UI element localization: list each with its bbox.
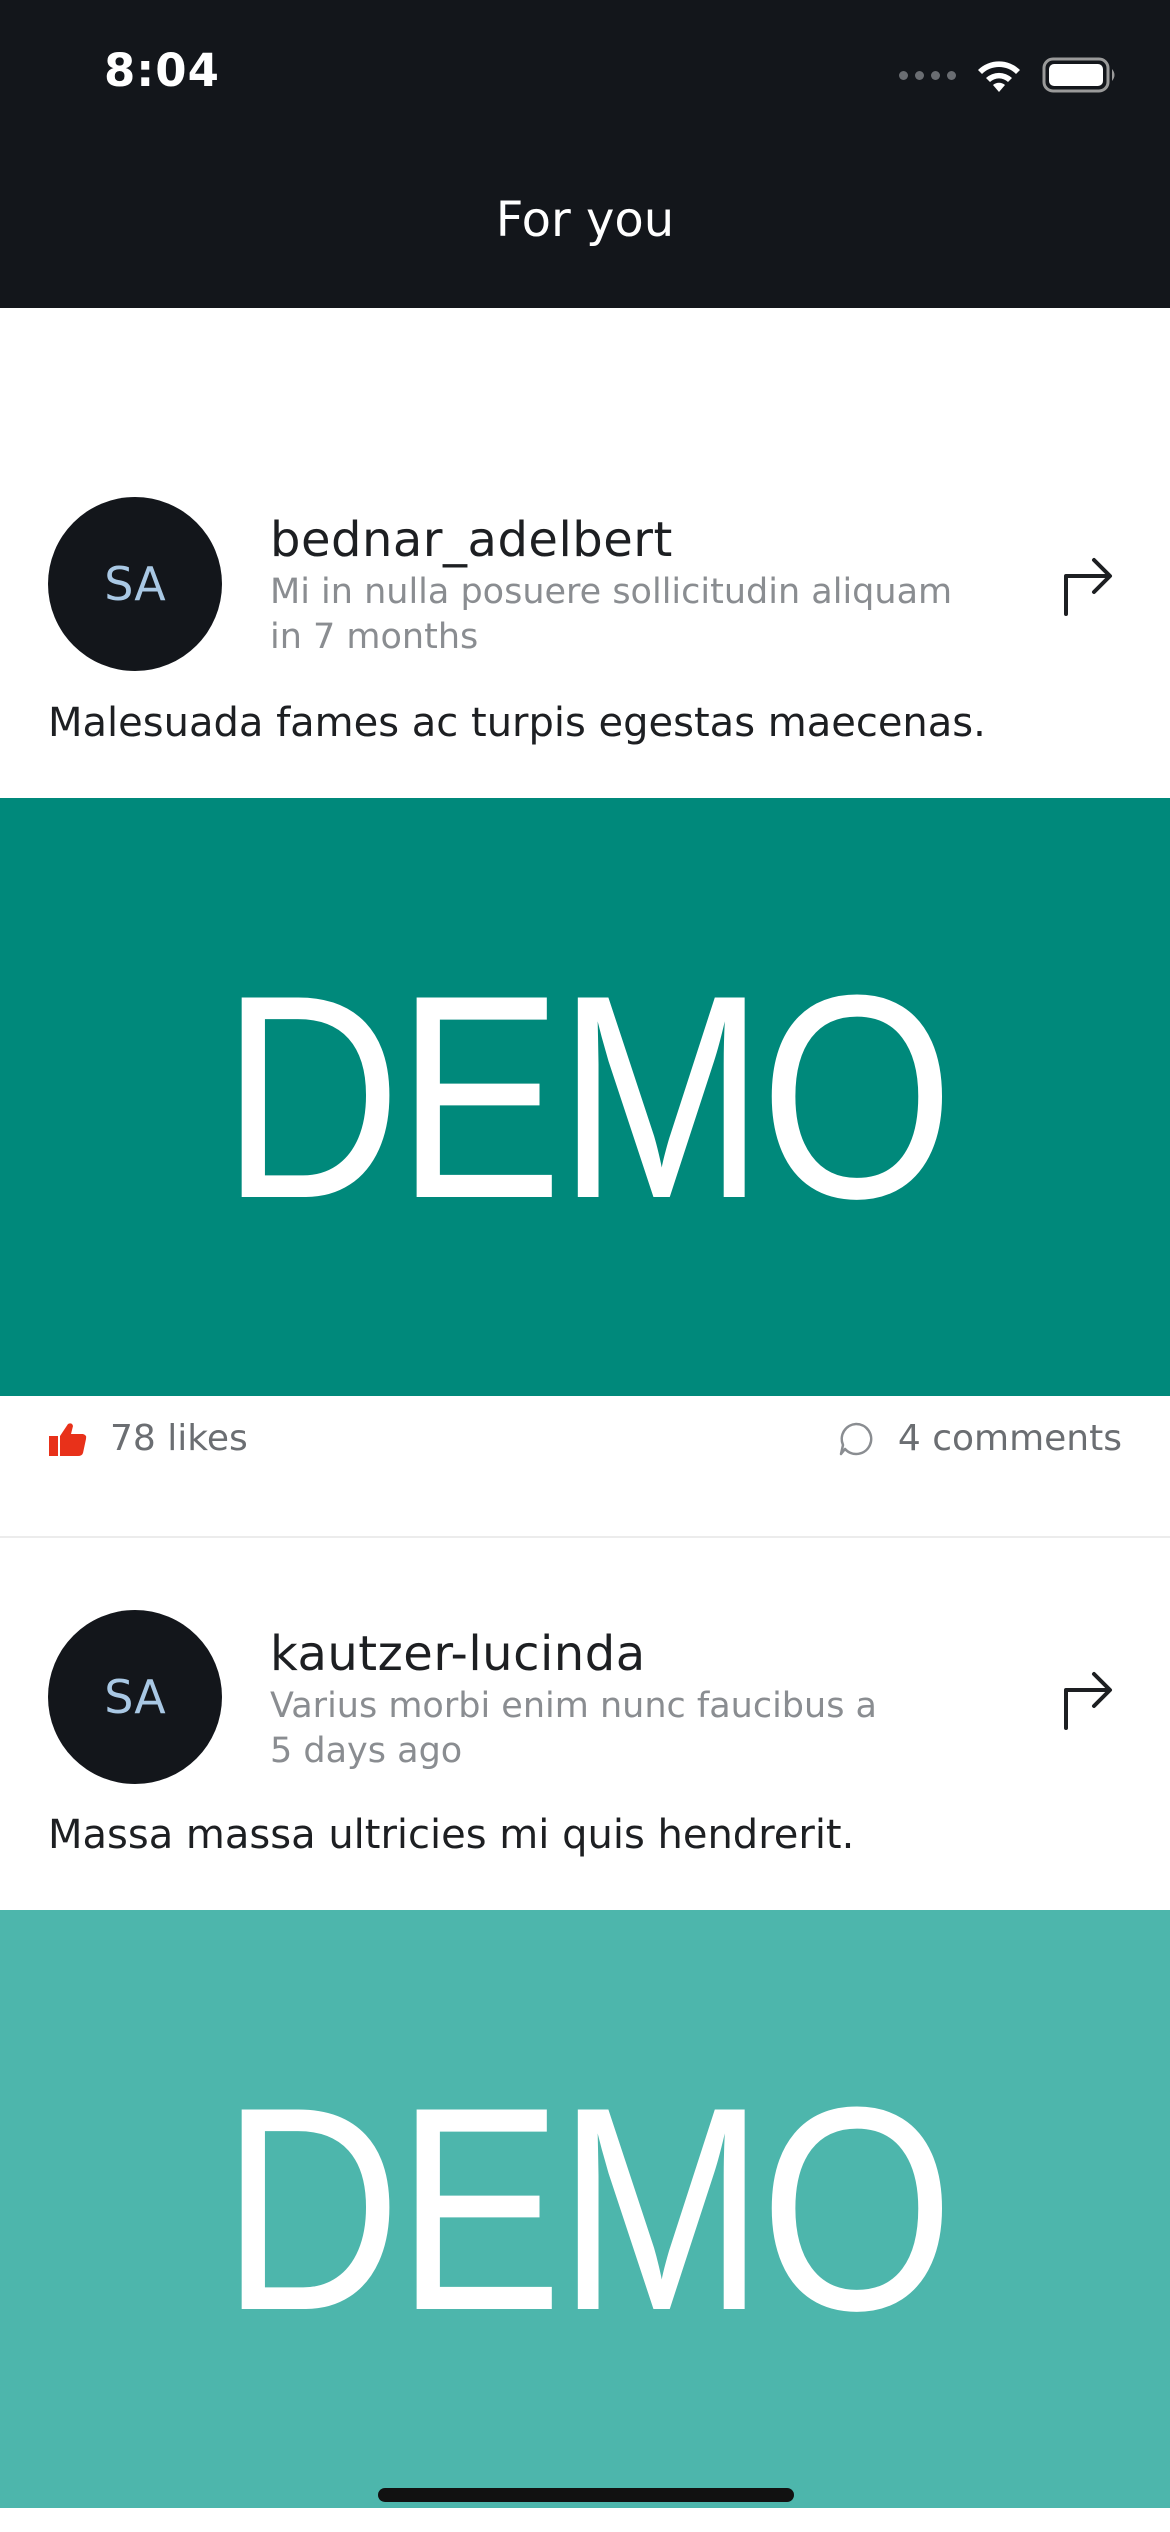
share-icon[interactable] — [1058, 1662, 1118, 1732]
avatar[interactable]: SA — [48, 1610, 222, 1784]
post-image[interactable]: DEMO — [0, 1910, 1170, 2508]
avatar[interactable]: SA — [48, 497, 222, 671]
thumbs-up-icon — [49, 1422, 87, 1456]
post-text: Malesuada fames ac turpis egestas maecen… — [48, 700, 986, 746]
image-placeholder-text: DEMO — [221, 2047, 954, 2371]
post-time: 5 days ago — [270, 1731, 463, 1771]
signal-icon — [899, 70, 956, 80]
post-subtitle: Mi in nulla posuere sollicitudin aliquam… — [270, 570, 990, 660]
post-subtitle-text: Varius morbi enim nunc faucibus a — [270, 1686, 877, 1726]
post-subtitle: Varius morbi enim nunc faucibus a 5 days… — [270, 1684, 990, 1774]
battery-icon — [1042, 57, 1115, 93]
share-icon[interactable] — [1058, 548, 1118, 618]
status-time: 8:04 — [104, 44, 220, 97]
comment-icon — [839, 1422, 873, 1455]
status-icons — [899, 50, 1118, 100]
post-subtitle-text: Mi in nulla posuere sollicitudin aliquam — [270, 572, 953, 612]
page-title: For you — [495, 192, 675, 248]
post-card[interactable]: SA kautzer-lucinda Varius morbi enim nun… — [0, 1540, 1170, 2532]
post-card[interactable]: SA bednar_adelbert Mi in nulla posuere s… — [0, 308, 1170, 1538]
post-image[interactable]: DEMO — [0, 798, 1170, 1396]
home-indicator[interactable] — [378, 2488, 794, 2502]
like-button[interactable]: 78 likes — [48, 1418, 248, 1459]
comments-count: 4 comments — [897, 1418, 1122, 1459]
image-placeholder-text: DEMO — [221, 935, 954, 1259]
header: 8:04 For you — [0, 0, 1170, 308]
likes-count: 78 likes — [110, 1418, 248, 1459]
screen: 8:04 For you SA bednar_adelbert Mi in nu… — [0, 0, 1170, 2532]
post-divider — [0, 1536, 1170, 1538]
username[interactable]: kautzer-lucinda — [270, 1626, 646, 1682]
comments-button[interactable]: 4 comments — [838, 1418, 1122, 1459]
wifi-icon — [978, 61, 1020, 92]
username[interactable]: bednar_adelbert — [270, 512, 673, 568]
post-time: in 7 months — [270, 617, 479, 657]
post-text: Massa massa ultricies mi quis hendrerit. — [48, 1812, 855, 1858]
post-stats: 78 likes 4 comments — [0, 1396, 1170, 1492]
